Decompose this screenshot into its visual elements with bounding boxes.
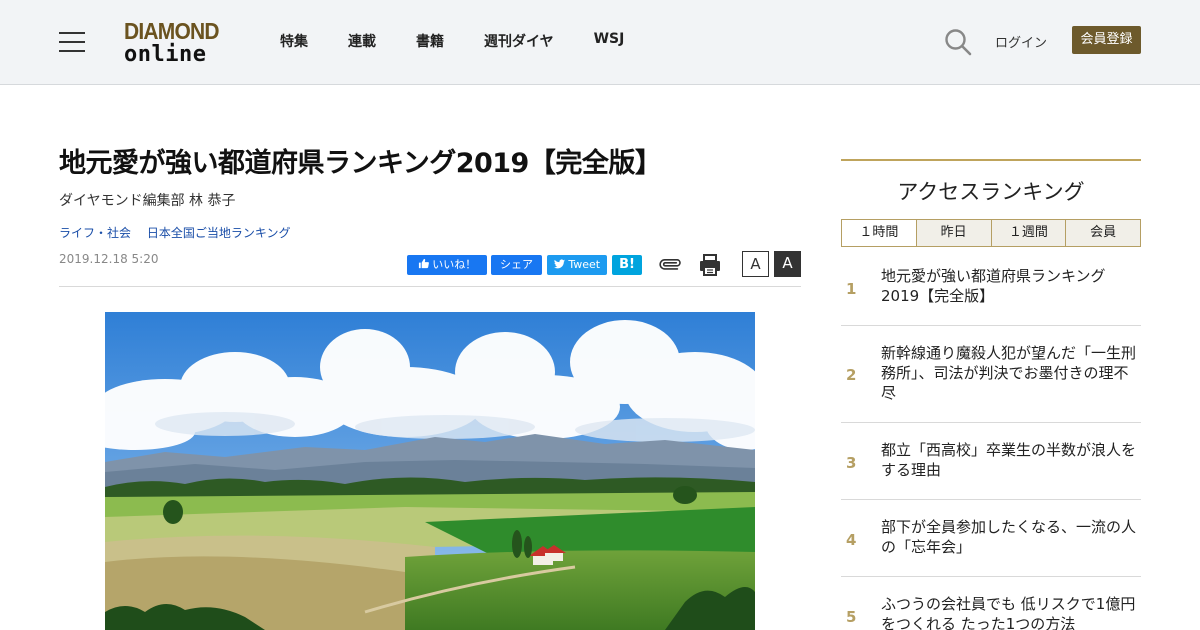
tab-yesterday[interactable]: 昨日 (915, 220, 991, 246)
ranking-headline[interactable]: 部下が全員参加したくなる、一流の人の「忘年会」 (881, 517, 1139, 557)
twitter-tweet-button[interactable]: Tweet (547, 255, 607, 275)
ranking-list: 1 地元愛が強い都道府県ランキング2019【完全版】 2 新幹線通り魔殺人犯が望… (841, 247, 1141, 630)
ranking-number: 4 (846, 531, 857, 549)
ranking-number: 3 (846, 454, 857, 472)
hatena-bookmark-label: B! (619, 257, 635, 272)
twitter-bird-icon (553, 259, 565, 269)
ranking-tabs: １時間 昨日 １週間 会員 (841, 219, 1141, 247)
nav-item-feature[interactable]: 特集 (280, 31, 308, 51)
hatena-bookmark-button[interactable]: B! (612, 255, 642, 275)
thumbs-up-icon (418, 258, 429, 269)
ranking-headline[interactable]: 新幹線通り魔殺人犯が望んだ「一生刑務所」、司法が判決でお墨付きの理不尽 (881, 343, 1139, 403)
facebook-like-button[interactable]: いいね！ (407, 255, 487, 275)
ranking-top-rule (841, 159, 1141, 161)
logo-diamond: DIAMOND (124, 18, 220, 45)
register-button[interactable]: 会員登録 (1072, 26, 1141, 54)
article-title: 地元愛が強い都道府県ランキング2019【完全版】 (59, 148, 662, 179)
nav-item-weekly-diamond[interactable]: 週刊ダイヤ (484, 31, 554, 51)
nav-item-series[interactable]: 連載 (348, 31, 376, 51)
ranking-item[interactable]: 1 地元愛が強い都道府県ランキング2019【完全版】 (841, 247, 1141, 326)
article-categories: ライフ・社会 日本全国ご当地ランキング (59, 224, 303, 241)
site-header: DIAMOND online 特集 連載 書籍 週刊ダイヤ WSJ ログイン 会… (0, 0, 1200, 85)
ranking-item[interactable]: 2 新幹線通り魔殺人犯が望んだ「一生刑務所」、司法が判決でお墨付きの理不尽 (841, 326, 1141, 423)
facebook-share-label: シェア (500, 258, 533, 271)
ranking-item[interactable]: 3 都立「西高校」卒業生の半数が浪人をする理由 (841, 423, 1141, 500)
article-hero-image (105, 312, 755, 630)
twitter-tweet-label: Tweet (568, 258, 601, 271)
facebook-share-button[interactable]: シェア (491, 255, 542, 275)
article-date: 2019.12.18 5:20 (59, 252, 159, 266)
ranking-item[interactable]: 5 ふつうの会社員でも 低リスクで1億円をつくれる たった1つの方法 (841, 577, 1141, 630)
ranking-item[interactable]: 4 部下が全員参加したくなる、一流の人の「忘年会」 (841, 500, 1141, 577)
ranking-number: 2 (846, 366, 857, 384)
nav-item-books[interactable]: 書籍 (416, 31, 444, 51)
ranking-headline[interactable]: 地元愛が強い都道府県ランキング2019【完全版】 (881, 266, 1139, 306)
font-size-large-button[interactable]: A (774, 251, 801, 277)
ranking-number: 5 (846, 608, 857, 626)
category-link-life-society[interactable]: ライフ・社会 (59, 226, 131, 240)
article-author: ダイヤモンド編集部 林 恭子 (59, 193, 236, 209)
hamburger-menu-icon[interactable] (59, 32, 85, 52)
logo-online: online (124, 42, 207, 67)
paperclip-icon[interactable] (658, 253, 682, 277)
nav-item-wsj[interactable]: WSJ (594, 31, 625, 51)
tab-1-hour[interactable]: １時間 (842, 220, 916, 246)
ranking-headline[interactable]: ふつうの会社員でも 低リスクで1億円をつくれる たった1つの方法 (881, 594, 1139, 630)
ranking-title: アクセスランキング (897, 180, 1085, 204)
search-icon[interactable] (944, 28, 972, 56)
ranking-number: 1 (846, 280, 857, 298)
global-nav: 特集 連載 書籍 週刊ダイヤ WSJ (280, 31, 664, 51)
tab-members[interactable]: 会員 (1065, 220, 1140, 246)
site-logo[interactable]: DIAMOND online (124, 20, 226, 66)
printer-icon[interactable] (699, 253, 721, 277)
login-link[interactable]: ログイン (995, 32, 1047, 51)
category-link-local-ranking[interactable]: 日本全国ご当地ランキング (147, 226, 291, 240)
tab-1-week[interactable]: １週間 (990, 220, 1066, 246)
article-header-divider (59, 286, 801, 287)
font-size-small-button[interactable]: A (742, 251, 769, 277)
facebook-like-label: いいね！ (432, 258, 477, 271)
ranking-headline[interactable]: 都立「西高校」卒業生の半数が浪人をする理由 (881, 440, 1139, 480)
